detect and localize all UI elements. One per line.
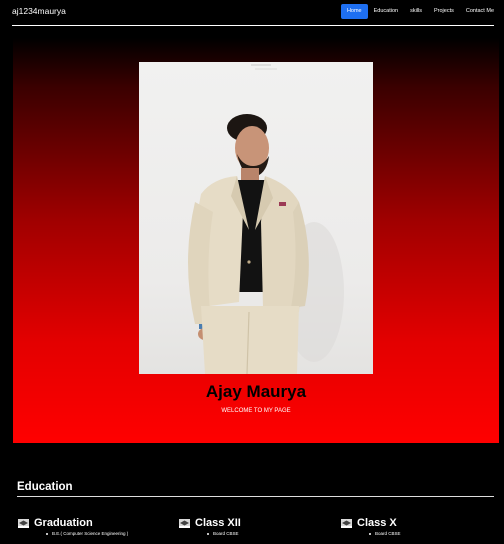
education-heading: Education xyxy=(17,481,73,493)
education-item-detail: Board CBSE xyxy=(369,531,401,536)
nav-skills[interactable]: skills xyxy=(404,4,428,19)
education-item-class-x: Class X Board CBSE xyxy=(341,517,401,536)
graduation-cap-icon xyxy=(341,518,352,528)
education-item-title: Class XII xyxy=(195,517,241,529)
education-item-detail: Board CBSE xyxy=(207,531,241,536)
brand-link[interactable]: aj1234maurya xyxy=(12,6,66,16)
nav-contact[interactable]: Contact Me xyxy=(460,4,500,19)
education-item-title: Class X xyxy=(357,517,397,529)
bullet-icon xyxy=(46,532,48,535)
education-item-class-xii: Class XII Board CBSE xyxy=(179,517,241,536)
graduation-cap-icon xyxy=(18,518,29,528)
graduation-cap-icon xyxy=(179,518,190,528)
education-item-detail-text: B.E.( Computer Science Engineering ) xyxy=(52,531,129,536)
education-item-title: Graduation xyxy=(34,517,93,529)
hero-name: Ajay Maurya xyxy=(205,382,307,401)
nav-education[interactable]: Education xyxy=(368,4,404,19)
education-item-detail-text: Board CBSE xyxy=(213,531,239,536)
navbar-divider xyxy=(12,25,494,26)
hero-section: Ajay Maurya WELCOME TO MY PAGE xyxy=(13,38,499,443)
education-item-detail-text: Board CBSE xyxy=(375,531,401,536)
bullet-icon xyxy=(207,532,209,535)
profile-photo xyxy=(139,62,373,374)
education-item-detail: B.E.( Computer Science Engineering ) xyxy=(46,531,128,536)
education-item-graduation: Graduation B.E.( Computer Science Engine… xyxy=(18,517,128,536)
profile-photo-illustration xyxy=(188,64,344,374)
navbar: aj1234maurya Home Education skills Proje… xyxy=(0,0,504,24)
education-divider xyxy=(17,496,494,497)
nav-links: Home Education skills Projects Contact M… xyxy=(340,4,500,19)
hero-subtitle: WELCOME TO MY PAGE xyxy=(221,408,291,414)
nav-projects[interactable]: Projects xyxy=(428,4,460,19)
nav-home[interactable]: Home xyxy=(340,4,368,19)
bullet-icon xyxy=(369,532,371,535)
